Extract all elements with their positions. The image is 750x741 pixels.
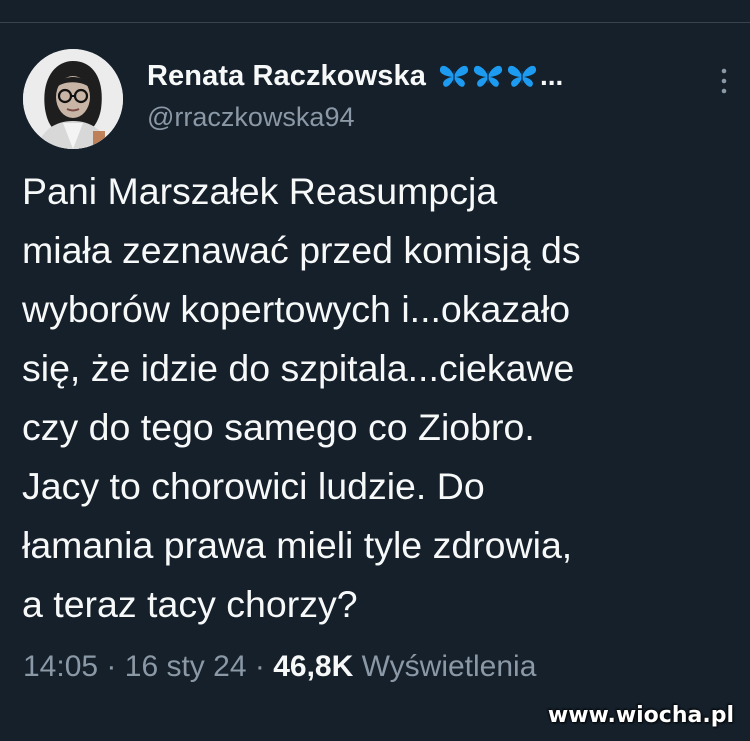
views-label[interactable]: Wyświetlenia xyxy=(362,650,537,683)
tweet-text: Pani Marszałek Reasumpcja miała zeznawać… xyxy=(22,170,581,625)
tweet-time[interactable]: 14:05 xyxy=(23,650,98,683)
tweet-date[interactable]: 16 sty 24 xyxy=(125,650,247,683)
author-display-name[interactable]: Renata Raczkowska xyxy=(147,60,426,93)
butterfly-icon xyxy=(473,65,503,87)
views-count[interactable]: 46,8K xyxy=(273,650,353,683)
meta-separator: · xyxy=(106,650,117,683)
tweet-header: Renata Raczkowska ... @rraczkowska94 xyxy=(147,56,710,133)
top-divider xyxy=(0,22,750,23)
butterfly-icon xyxy=(507,65,537,87)
watermark: www.wiocha.pl xyxy=(547,703,734,728)
tweet-meta: 14:05 · 16 sty 24 · 46,8K Wyświetlenia xyxy=(23,650,536,684)
name-truncation: ... xyxy=(539,60,564,91)
meta-separator: · xyxy=(254,650,265,683)
avatar-photo xyxy=(23,49,123,149)
more-options-icon[interactable] xyxy=(720,66,728,96)
butterfly-icon xyxy=(439,65,469,87)
author-handle[interactable]: @rraczkowska94 xyxy=(147,102,710,133)
avatar[interactable] xyxy=(23,49,123,149)
name-emoji-group xyxy=(438,63,538,89)
author-name-row[interactable]: Renata Raczkowska ... xyxy=(147,56,710,96)
